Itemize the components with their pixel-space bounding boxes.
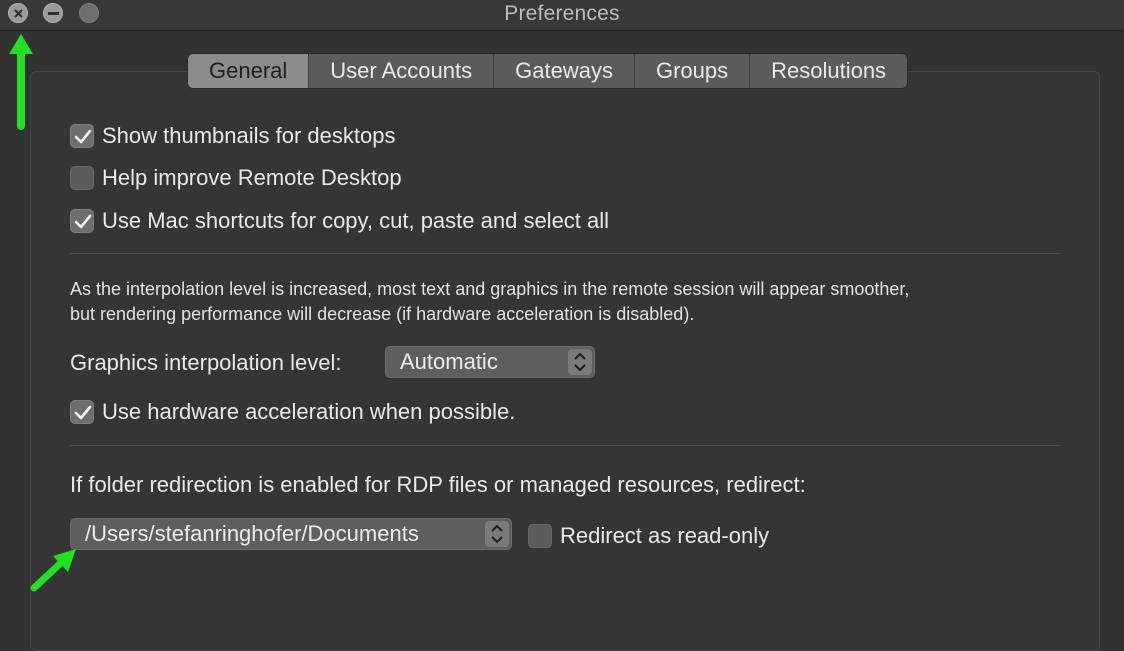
show-thumbnails-label: Show thumbnails for desktops [102, 123, 396, 148]
updown-chevron-icon [485, 521, 509, 547]
tab-bar: General User Accounts Gateways Groups Re… [188, 54, 908, 88]
hw-accel-label: Use hardware acceleration when possible. [102, 399, 516, 424]
tab-groups[interactable]: Groups [633, 54, 749, 88]
interpolation-level-value: Automatic [400, 349, 498, 374]
tab-general[interactable]: General [188, 54, 309, 88]
tab-gateways[interactable]: Gateways [493, 54, 634, 88]
interpolation-description-line2: but rendering performance will decrease … [70, 304, 695, 324]
help-improve-label: Help improve Remote Desktop [102, 165, 402, 190]
updown-chevron-icon [568, 349, 592, 375]
mac-shortcuts-label: Use Mac shortcuts for copy, cut, paste a… [102, 208, 610, 233]
hw-accel-checkbox[interactable] [70, 400, 94, 424]
tab-resolutions[interactable]: Resolutions [749, 54, 907, 88]
hw-accel-row[interactable]: Use hardware acceleration when possible. [70, 398, 515, 426]
checkmark-icon [74, 129, 92, 144]
annotation-arrow-icon [30, 549, 76, 592]
interpolation-level-select[interactable]: Automatic [385, 346, 595, 378]
show-thumbnails-checkbox[interactable] [70, 124, 94, 148]
read-only-label: Redirect as read-only [560, 523, 770, 548]
interpolation-level-label: Graphics interpolation level: [70, 350, 342, 375]
redirect-path-value: /Users/stefanringhofer/Documents [85, 521, 419, 546]
read-only-row[interactable]: Redirect as read-only [528, 522, 769, 550]
checkmark-icon [74, 214, 92, 229]
divider [70, 445, 1060, 446]
window-title: Preferences [504, 2, 620, 25]
interpolation-description-line1: As the interpolation level is increased,… [70, 279, 910, 299]
mac-shortcuts-checkbox[interactable] [70, 209, 94, 233]
interpolation-description: As the interpolation level is increased,… [70, 277, 1070, 327]
checkmark-icon [74, 405, 92, 420]
show-thumbnails-row[interactable]: Show thumbnails for desktops [70, 122, 396, 150]
redirect-path-select[interactable]: /Users/stefanringhofer/Documents [70, 518, 512, 550]
redirect-label: If folder redirection is enabled for RDP… [70, 472, 806, 497]
divider [70, 253, 1060, 254]
tab-user-accounts[interactable]: User Accounts [308, 54, 493, 88]
help-improve-row[interactable]: Help improve Remote Desktop [70, 164, 402, 192]
title-bar: Preferences [0, 0, 1124, 31]
mac-shortcuts-row[interactable]: Use Mac shortcuts for copy, cut, paste a… [70, 207, 609, 235]
read-only-checkbox[interactable] [528, 524, 552, 548]
help-improve-checkbox[interactable] [70, 166, 94, 190]
